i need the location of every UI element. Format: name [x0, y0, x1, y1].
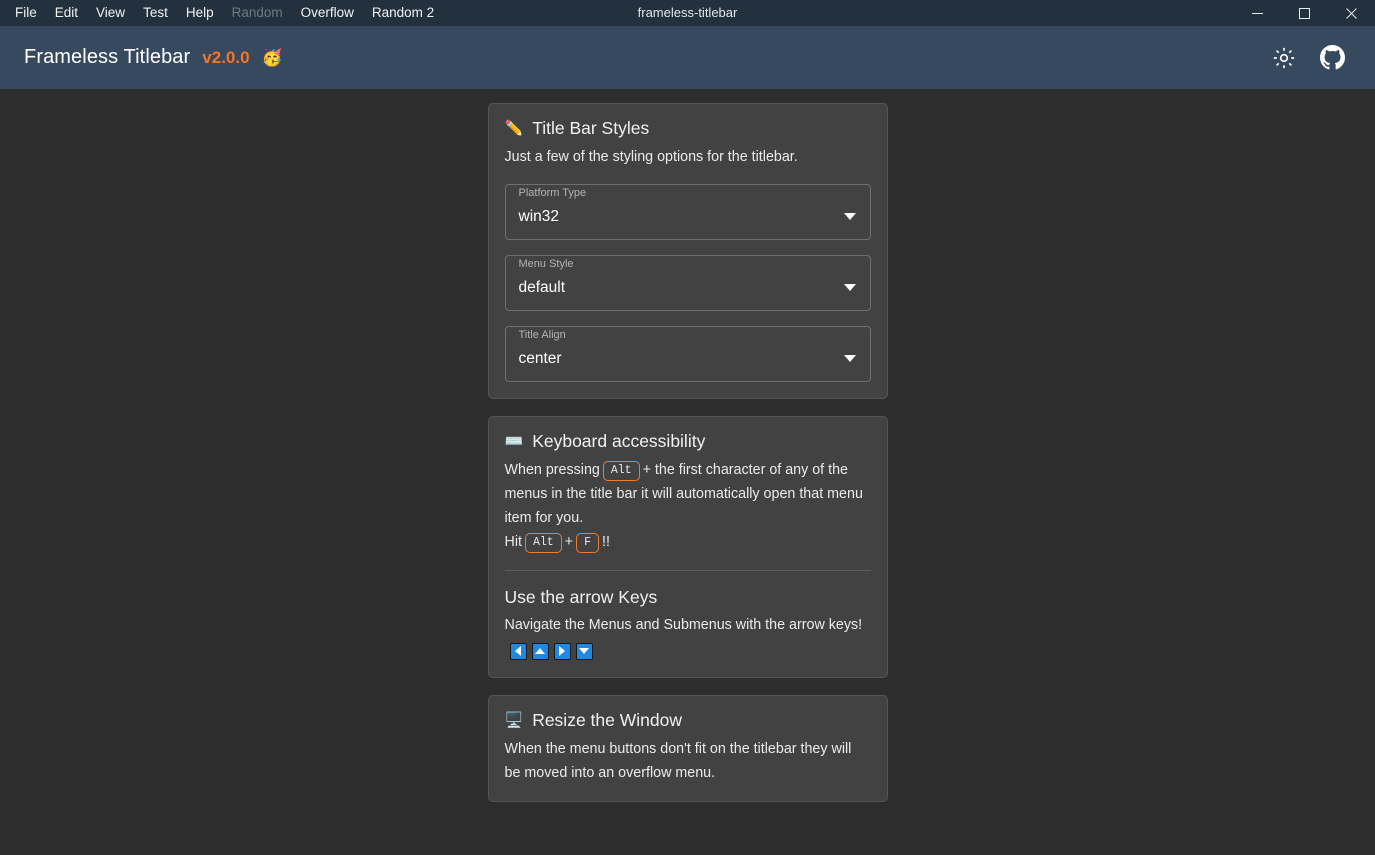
- pencil-icon: ✏️: [504, 120, 524, 137]
- github-link-button[interactable]: [1319, 45, 1345, 71]
- close-button[interactable]: [1328, 0, 1375, 26]
- arrow-keys-group: [509, 642, 593, 660]
- card-title-bar-styles-heading: ✏️ Title Bar Styles: [505, 118, 871, 139]
- card-title-bar-styles-subtitle: Just a few of the styling options for th…: [504, 149, 798, 165]
- arrow-keys-heading: Use the arrow Keys: [504, 587, 658, 608]
- right-arrow-key-icon: [553, 642, 571, 660]
- title-align-select[interactable]: Title Align center: [504, 326, 871, 383]
- platform-type-select[interactable]: Platform Type win32: [504, 184, 871, 241]
- chevron-down-icon: [843, 213, 856, 221]
- window-controls: [1234, 0, 1375, 26]
- party-face-icon: 🥳: [261, 48, 283, 67]
- header-actions: [1271, 45, 1351, 71]
- up-arrow-key-icon: [531, 642, 549, 660]
- card-resize-title: Resize the Window: [532, 710, 682, 731]
- keyboard-description: When pressing Alt + the first character of…: [505, 458, 871, 530]
- app-version: v2.0.0: [202, 48, 250, 67]
- keyboard-icon: ⌨️: [504, 433, 524, 451]
- titlebar: File Edit View Test Help Random Overflow…: [0, 0, 1375, 26]
- hit-plus: +: [564, 534, 574, 551]
- chevron-down-icon: [843, 355, 856, 363]
- brightness-icon: [1273, 47, 1295, 68]
- keyboard-hit-line: Hit Alt + F!!: [505, 530, 871, 554]
- app-header: Frameless Titlebar v2.0.0 🥳: [0, 26, 1375, 89]
- close-icon: [1346, 7, 1357, 19]
- minimize-button[interactable]: [1234, 0, 1281, 26]
- arrow-keys-description: Navigate the Menus and Submenus with the…: [505, 613, 871, 661]
- menu-style-select[interactable]: Menu Style default: [504, 255, 871, 312]
- kbd-f: F: [576, 533, 599, 554]
- app-title: Frameless Titlebar: [24, 46, 191, 68]
- card-keyboard-accessibility: ⌨️ Keyboard accessibility When pressing A…: [487, 416, 888, 679]
- menu-item-help[interactable]: Help: [177, 0, 223, 26]
- menu-style-label: Menu Style: [516, 258, 576, 271]
- platform-type-value: win32: [518, 207, 560, 225]
- hit-suffix: !!: [601, 534, 610, 551]
- github-icon: [1319, 45, 1345, 70]
- card-resize-heading: 🖥️ Resize the Window: [505, 710, 871, 731]
- desktop-computer-icon: 🖥️: [504, 712, 524, 730]
- theme-toggle-button[interactable]: [1271, 45, 1297, 71]
- card-title-bar-styles-title: Title Bar Styles: [532, 118, 650, 138]
- card-divider: [504, 570, 871, 572]
- platform-type-label: Platform Type: [516, 187, 589, 200]
- arrow-keys-text: Navigate the Menus and Submenus with the…: [504, 617, 863, 634]
- title-align-value: center: [518, 349, 562, 367]
- menu-item-random-2[interactable]: Random 2: [363, 0, 443, 26]
- main-content: ✏️ Title Bar Styles Just a few of the st…: [0, 89, 1375, 855]
- menubar: File Edit View Test Help Random Overflow…: [0, 0, 443, 26]
- chevron-down-icon: [843, 284, 856, 292]
- card-resize-window: 🖥️ Resize the Window When the menu butto…: [487, 695, 888, 803]
- menu-style-value: default: [518, 278, 566, 296]
- menu-item-file[interactable]: File: [6, 0, 46, 26]
- menu-item-edit[interactable]: Edit: [46, 0, 87, 26]
- menu-item-test[interactable]: Test: [134, 0, 177, 26]
- menu-item-random: Random: [231, 5, 283, 20]
- maximize-icon: [1299, 7, 1310, 19]
- menu-item-view[interactable]: View: [87, 0, 134, 26]
- left-arrow-key-icon: [509, 642, 527, 660]
- card-resize-text: When the menu buttons don't fit on the t…: [504, 741, 852, 782]
- brand: Frameless Titlebar v2.0.0 🥳: [24, 46, 283, 69]
- title-align-label: Title Align: [516, 329, 568, 342]
- maximize-button[interactable]: [1281, 0, 1328, 26]
- keyboard-text-part1: When pressing: [504, 462, 600, 479]
- kbd-alt-2: Alt: [524, 533, 562, 554]
- card-title-bar-styles: ✏️ Title Bar Styles Just a few of the st…: [487, 103, 888, 400]
- card-keyboard-heading: ⌨️ Keyboard accessibility: [505, 431, 871, 452]
- minimize-icon: [1252, 12, 1263, 14]
- down-arrow-key-icon: [575, 642, 593, 660]
- card-keyboard-title: Keyboard accessibility: [532, 431, 706, 452]
- hit-prefix: Hit: [504, 534, 522, 551]
- kbd-alt: Alt: [602, 461, 640, 482]
- menu-item-overflow[interactable]: Overflow: [292, 0, 363, 26]
